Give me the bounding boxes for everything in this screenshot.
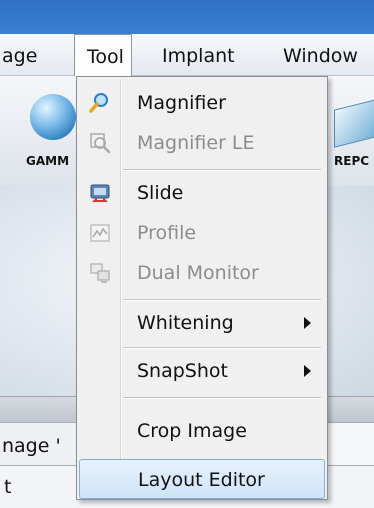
menu-item-label: Magnifier: [137, 92, 226, 114]
menu-item-dual-monitor[interactable]: Dual Monitor: [79, 253, 325, 293]
gamma-button-label[interactable]: GAMM: [26, 154, 69, 168]
menu-separator: [123, 397, 321, 399]
menu-item-label: Whitening: [137, 312, 234, 334]
menu-item-whitening[interactable]: Whitening: [79, 303, 325, 343]
window-title-bar: [0, 0, 374, 34]
profile-icon: [89, 222, 111, 244]
menu-separator: [123, 299, 321, 301]
magnifier-icon: [89, 92, 111, 114]
magnifier-le-icon: [89, 132, 111, 154]
menu-image[interactable]: age: [2, 34, 37, 76]
menu-item-profile[interactable]: Profile: [79, 213, 325, 253]
slide-icon: [89, 182, 111, 204]
report-button-label[interactable]: REPC: [334, 154, 369, 168]
menu-item-label: Dual Monitor: [137, 262, 259, 284]
menu-item-label: Profile: [137, 222, 197, 244]
submenu-arrow-icon: [304, 365, 311, 377]
menu-item-label: Slide: [137, 182, 184, 204]
menu-item-crop-image[interactable]: Crop Image: [79, 411, 325, 451]
submenu-arrow-icon: [304, 317, 311, 329]
gamma-icon[interactable]: [30, 94, 76, 140]
menu-bar: age Tool Implant Window: [0, 34, 374, 77]
menu-implant[interactable]: Implant: [162, 34, 235, 76]
menu-item-label: Magnifier LE: [137, 132, 255, 154]
menu-item-label: Layout Editor: [138, 469, 265, 491]
menu-item-magnifier-le[interactable]: Magnifier LE: [79, 123, 325, 163]
image-tab[interactable]: nage ': [0, 423, 61, 465]
menu-item-snapshot[interactable]: SnapShot: [79, 351, 325, 391]
menu-item-label: Crop Image: [137, 420, 247, 442]
tool-menu-dropdown: Magnifier Magnifier LE Slide Profile Dua…: [76, 76, 328, 500]
menu-item-magnifier[interactable]: Magnifier: [79, 83, 325, 123]
menu-item-layout-editor[interactable]: Layout Editor: [79, 459, 325, 499]
report-icon[interactable]: [334, 98, 374, 148]
menu-window[interactable]: Window: [283, 34, 358, 76]
menu-tool[interactable]: Tool: [74, 34, 132, 77]
menu-item-slide[interactable]: Slide: [79, 173, 325, 213]
menu-separator: [123, 169, 321, 171]
tab-strip-right-panel: [320, 423, 374, 465]
menu-item-label: SnapShot: [137, 360, 228, 382]
bottom-panel-label: t: [4, 476, 12, 498]
dual-monitor-icon: [89, 262, 111, 284]
menu-separator: [123, 347, 321, 349]
